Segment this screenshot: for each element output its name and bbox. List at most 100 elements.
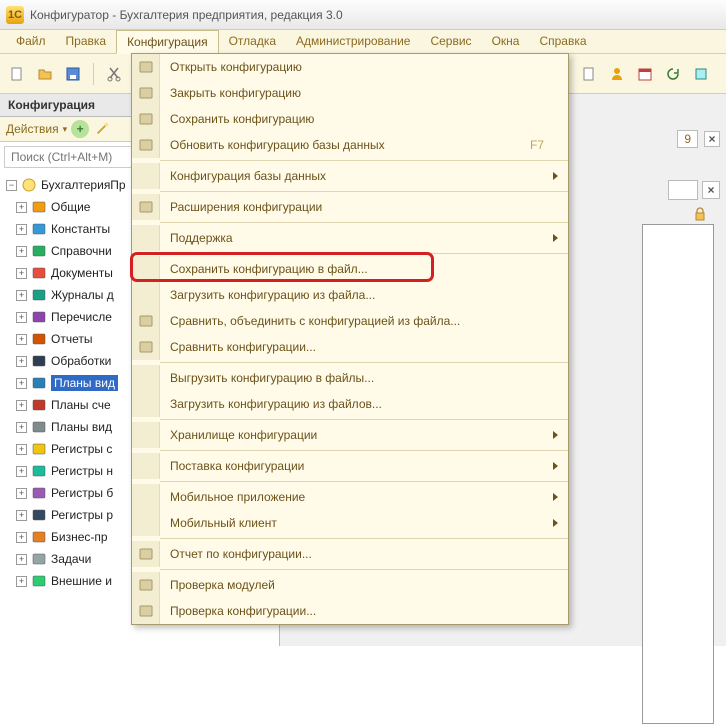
actions-dropdown[interactable]: Действия <box>6 122 59 136</box>
menu-item[interactable]: Загрузить конфигурацию из файлов... <box>132 391 568 417</box>
menu-item-label: Загрузить конфигурацию из файла... <box>160 288 568 302</box>
expand-icon[interactable]: + <box>16 466 27 477</box>
menu-item[interactable]: Открыть конфигурацию <box>132 54 568 80</box>
expand-icon[interactable]: + <box>16 290 27 301</box>
menu-item[interactable]: Сравнить, объединить с конфигурацией из … <box>132 308 568 334</box>
menu-separator <box>160 419 568 420</box>
menu-file[interactable]: Файл <box>6 30 56 53</box>
tree-node-icon <box>31 485 47 501</box>
menu-item-label: Хранилище конфигурации <box>160 428 568 442</box>
tree-item-label: Общие <box>51 200 90 214</box>
toolbar-open-icon[interactable] <box>34 63 56 85</box>
expand-icon[interactable]: + <box>16 510 27 521</box>
tree-node-icon <box>31 397 47 413</box>
menu-item-label: Сравнить конфигурации... <box>160 340 568 354</box>
tree-node-icon <box>31 551 47 567</box>
menu-item[interactable]: Поддержка <box>132 225 568 251</box>
menu-debug[interactable]: Отладка <box>219 30 286 53</box>
menu-item[interactable]: Конфигурация базы данных <box>132 163 568 189</box>
toolbar-user-icon[interactable] <box>606 63 628 85</box>
open-cfg-icon <box>132 54 160 80</box>
submenu-arrow-icon <box>553 519 558 527</box>
expand-icon[interactable]: + <box>16 356 27 367</box>
expand-icon[interactable]: + <box>16 312 27 323</box>
tree-item-label: Планы вид <box>51 420 112 434</box>
app-icon: 1C <box>6 6 24 24</box>
tree-item-label: Внешние и <box>51 574 112 588</box>
expand-icon[interactable]: + <box>16 268 27 279</box>
menu-item[interactable]: Мобильное приложение <box>132 484 568 510</box>
expand-icon[interactable]: + <box>16 576 27 587</box>
window-tab[interactable]: 9 <box>677 130 698 148</box>
tree-item-label: Перечисле <box>51 310 112 324</box>
menubar: Файл Правка Конфигурация Отладка Админис… <box>0 30 726 54</box>
menu-item[interactable]: Загрузить конфигурацию из файла... <box>132 282 568 308</box>
submenu-arrow-icon <box>553 431 558 439</box>
empty-subwindow[interactable] <box>642 224 714 724</box>
collapse-icon[interactable]: − <box>6 180 17 191</box>
menu-item-icon <box>132 365 160 391</box>
menu-help[interactable]: Справка <box>529 30 596 53</box>
menu-separator <box>160 569 568 570</box>
menu-item-shortcut: F7 <box>530 138 568 152</box>
toolbar-save-icon[interactable] <box>62 63 84 85</box>
menu-edit[interactable]: Правка <box>56 30 117 53</box>
menu-item-label: Выгрузить конфигурацию в файлы... <box>160 371 568 385</box>
toolbar-calendar-icon[interactable] <box>634 63 656 85</box>
toolbar-cut-icon[interactable] <box>103 63 125 85</box>
menu-item-label: Проверка модулей <box>160 578 568 592</box>
expand-icon[interactable]: + <box>16 488 27 499</box>
tree-item-label: Задачи <box>51 552 91 566</box>
mini-search-close[interactable]: × <box>702 181 720 199</box>
menu-item[interactable]: Сравнить конфигурации... <box>132 334 568 360</box>
tree-node-icon <box>31 463 47 479</box>
tree-node-icon <box>31 243 47 259</box>
menu-item[interactable]: Проверка модулей <box>132 572 568 598</box>
tree-item-label: Справочни <box>51 244 112 258</box>
menu-service[interactable]: Сервис <box>420 30 481 53</box>
menu-item[interactable]: Хранилище конфигурации <box>132 422 568 448</box>
expand-icon[interactable]: + <box>16 378 27 389</box>
tree-item-label: Обработки <box>51 354 111 368</box>
close-window-button[interactable]: × <box>704 131 720 147</box>
tree-node-icon <box>31 265 47 281</box>
toolbar-new-icon[interactable] <box>6 63 28 85</box>
menu-windows[interactable]: Окна <box>482 30 530 53</box>
expand-icon[interactable]: + <box>16 334 27 345</box>
tree-item-label: Бизнес-пр <box>51 530 108 544</box>
mini-search-input[interactable] <box>668 180 698 200</box>
menu-separator <box>160 538 568 539</box>
expand-icon[interactable]: + <box>16 224 27 235</box>
expand-icon[interactable]: + <box>16 554 27 565</box>
expand-icon[interactable]: + <box>16 532 27 543</box>
menu-item[interactable]: Сохранить конфигурацию <box>132 106 568 132</box>
menu-item[interactable]: Закрыть конфигурацию <box>132 80 568 106</box>
menu-item[interactable]: Выгрузить конфигурацию в файлы... <box>132 365 568 391</box>
tree-node-icon <box>31 199 47 215</box>
actions-caret-icon[interactable]: ▾ <box>63 124 68 135</box>
menu-item[interactable]: Сохранить конфигурацию в файл... <box>132 256 568 282</box>
tree-node-icon <box>31 287 47 303</box>
menu-admin[interactable]: Администрирование <box>286 30 420 53</box>
menu-item-icon <box>132 422 160 448</box>
add-button-icon[interactable]: + <box>71 120 89 138</box>
menu-item[interactable]: Мобильный клиент <box>132 510 568 536</box>
expand-icon[interactable]: + <box>16 246 27 257</box>
menu-configuration[interactable]: Конфигурация <box>116 30 219 54</box>
expand-icon[interactable]: + <box>16 400 27 411</box>
expand-icon[interactable]: + <box>16 422 27 433</box>
wand-icon[interactable] <box>93 120 111 138</box>
menu-separator <box>160 253 568 254</box>
toolbar-doc-icon[interactable] <box>578 63 600 85</box>
toolbar-refresh-icon[interactable] <box>662 63 684 85</box>
menu-item[interactable]: Поставка конфигурации <box>132 453 568 479</box>
tree-item-label: Документы <box>51 266 113 280</box>
expand-icon[interactable]: + <box>16 444 27 455</box>
tree-node-icon <box>31 309 47 325</box>
toolbar-book-icon[interactable] <box>690 63 712 85</box>
menu-item[interactable]: Отчет по конфигурации... <box>132 541 568 567</box>
menu-item[interactable]: Проверка конфигурации... <box>132 598 568 624</box>
menu-item[interactable]: Расширения конфигурации <box>132 194 568 220</box>
menu-item[interactable]: Обновить конфигурацию базы данныхF7 <box>132 132 568 158</box>
expand-icon[interactable]: + <box>16 202 27 213</box>
